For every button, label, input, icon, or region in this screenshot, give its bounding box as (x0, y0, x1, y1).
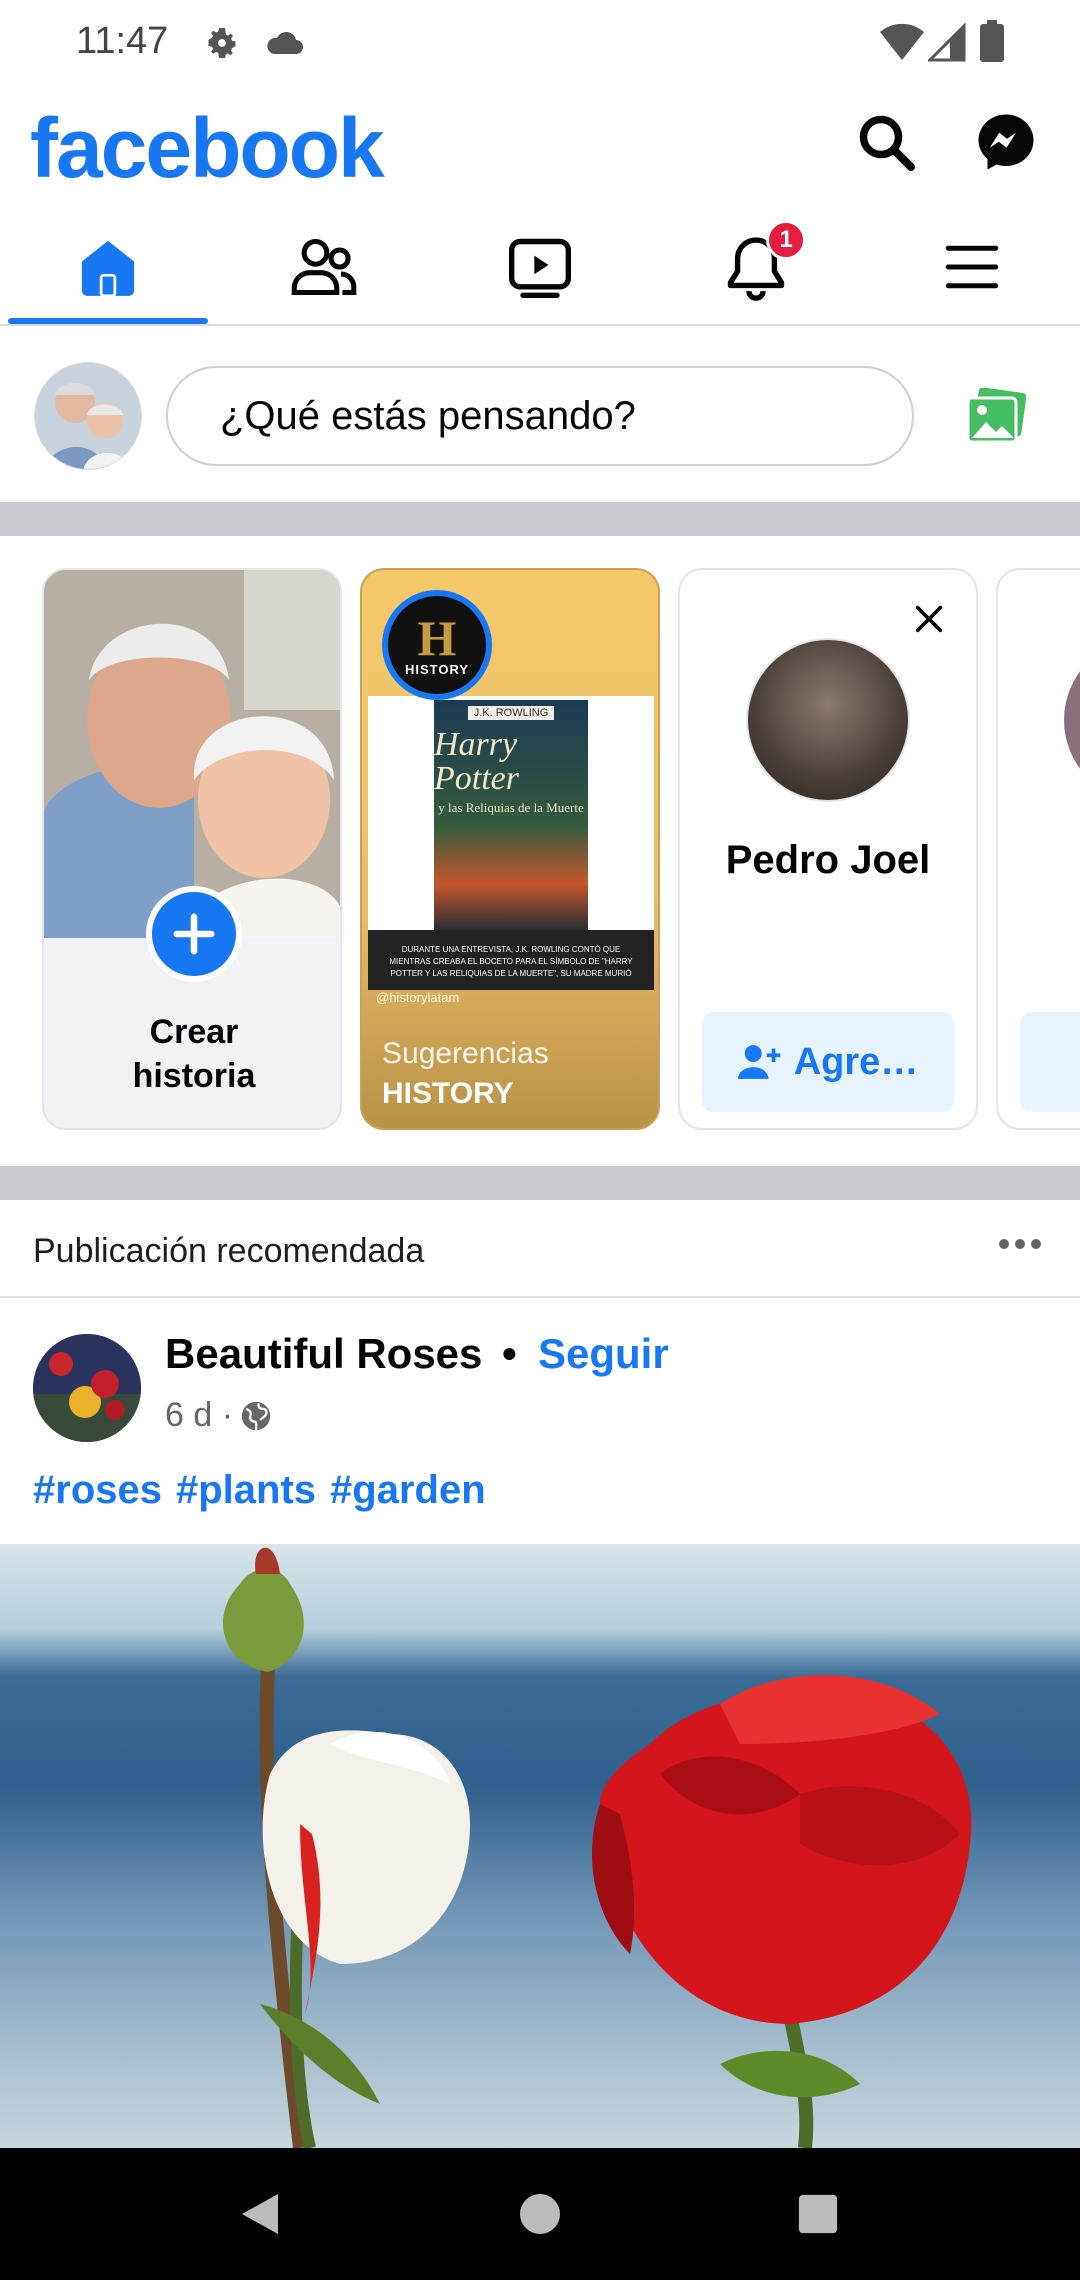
tab-watch[interactable] (432, 210, 648, 324)
story-label-suggestions: Sugerencias (382, 1037, 549, 1070)
story-handle: @historylatam (376, 990, 460, 1005)
story-preview: J.K. ROWLING Harry Potter y las Reliquia… (368, 696, 654, 990)
tab-menu[interactable] (864, 210, 1080, 324)
wifi-icon (880, 22, 924, 67)
avatar[interactable] (33, 1334, 141, 1442)
messenger-icon (978, 114, 1034, 170)
book-author: J.K. ROWLING (467, 706, 555, 720)
more-icon (999, 1239, 1041, 1249)
book-cover: J.K. ROWLING Harry Potter y las Reliquia… (434, 700, 588, 930)
suggested-post-header: Publicación recomendada (0, 1200, 1080, 1298)
page-name[interactable]: Beautiful Roses (165, 1330, 482, 1378)
menu-icon (945, 245, 999, 289)
back-icon (242, 2194, 278, 2234)
add-friend-button[interactable] (1020, 1012, 1080, 1112)
notification-badge: 1 (766, 220, 806, 260)
globe-icon (241, 1401, 271, 1430)
book-subtitle: y las Reliquias de la Muerte (438, 800, 584, 815)
post-header: Beautiful Roses • Seguir 6 d · #roses #p… (0, 1300, 1080, 1540)
post-image[interactable] (0, 1544, 1080, 2148)
recents-button[interactable] (782, 2178, 854, 2250)
friend-suggestion-card[interactable] (996, 568, 1080, 1130)
history-logo-word: HISTORY (404, 661, 470, 677)
hashtag-link[interactable]: #plants (176, 1468, 316, 1513)
create-story-photo (44, 570, 340, 938)
add-friend-icon (737, 1045, 781, 1079)
tab-notifications[interactable]: 1 (648, 210, 864, 324)
photo-icon (966, 387, 1027, 444)
divider (0, 502, 1080, 536)
post-hashtags: #roses #plants #garden (33, 1468, 486, 1513)
gear-icon (204, 25, 240, 66)
stories-carousel[interactable]: Crear historia J.K. ROWLING Harry Potter… (0, 536, 1080, 1166)
friends-icon (291, 238, 357, 296)
story-label: Sugerencias HISTORY (382, 1034, 549, 1114)
battery-icon (980, 20, 1004, 67)
search-icon (859, 115, 915, 171)
post-composer: ¿Qué estás pensando? (0, 328, 1080, 502)
add-story-button[interactable] (146, 886, 242, 982)
create-story-label: Crear historia (132, 1013, 256, 1095)
divider (0, 1166, 1080, 1200)
friend-suggestion-card[interactable]: Pedro Joel Agre… (678, 568, 978, 1130)
tab-friends[interactable] (216, 210, 432, 324)
avatar[interactable] (746, 638, 910, 802)
watch-icon (508, 238, 572, 299)
system-nav-bar (0, 2148, 1080, 2280)
app-header: facebook (0, 92, 1080, 195)
story-card-history[interactable]: J.K. ROWLING Harry Potter y las Reliquia… (360, 568, 660, 1130)
back-button[interactable] (224, 2178, 296, 2250)
close-icon (915, 605, 943, 633)
suggested-post-label: Publicación recomendada (33, 1232, 425, 1270)
person-name[interactable]: Pedro Joel (680, 838, 976, 883)
main-tabs: 1 (0, 210, 1080, 326)
search-button[interactable] (850, 106, 922, 178)
history-logo-letter: H (417, 609, 457, 666)
status-time: 11:47 (76, 20, 169, 62)
story-caption: DURANTE UNA ENTREVISTA, J.K. ROWLING CON… (368, 930, 654, 990)
status-input[interactable]: ¿Qué estás pensando? (166, 366, 914, 466)
post-meta: 6 d · (165, 1396, 273, 1435)
home-icon (81, 240, 135, 298)
status-bar: 11:47 (0, 0, 1080, 88)
avatar (1064, 638, 1080, 802)
add-friend-button[interactable]: Agre… (702, 1012, 954, 1112)
hashtag-link[interactable]: #garden (330, 1468, 486, 1513)
avatar[interactable] (34, 362, 142, 470)
follow-button[interactable]: Seguir (538, 1330, 669, 1378)
history-avatar: H HISTORY (382, 590, 492, 700)
book-title: Harry Potter (434, 726, 519, 797)
create-story-card[interactable]: Crear historia (42, 568, 342, 1130)
hashtag-link[interactable]: #roses (33, 1468, 162, 1513)
signal-icon (926, 22, 968, 67)
photo-button[interactable] (966, 387, 1027, 451)
messenger-button[interactable] (970, 106, 1042, 178)
more-options-button[interactable] (996, 1236, 1044, 1257)
post-time[interactable]: 6 d · (165, 1396, 233, 1435)
recents-icon (798, 2194, 838, 2234)
add-friend-label: Agre… (793, 1040, 919, 1083)
facebook-logo[interactable]: facebook (30, 100, 385, 197)
home-button[interactable] (504, 2178, 576, 2250)
cloud-icon (264, 28, 304, 63)
separator-dot: • (502, 1330, 517, 1377)
home-circle-icon (520, 2194, 560, 2234)
story-label-name: HISTORY (382, 1077, 514, 1110)
tab-home[interactable] (0, 210, 216, 324)
plus-icon (173, 913, 215, 955)
dismiss-button[interactable] (912, 602, 946, 641)
